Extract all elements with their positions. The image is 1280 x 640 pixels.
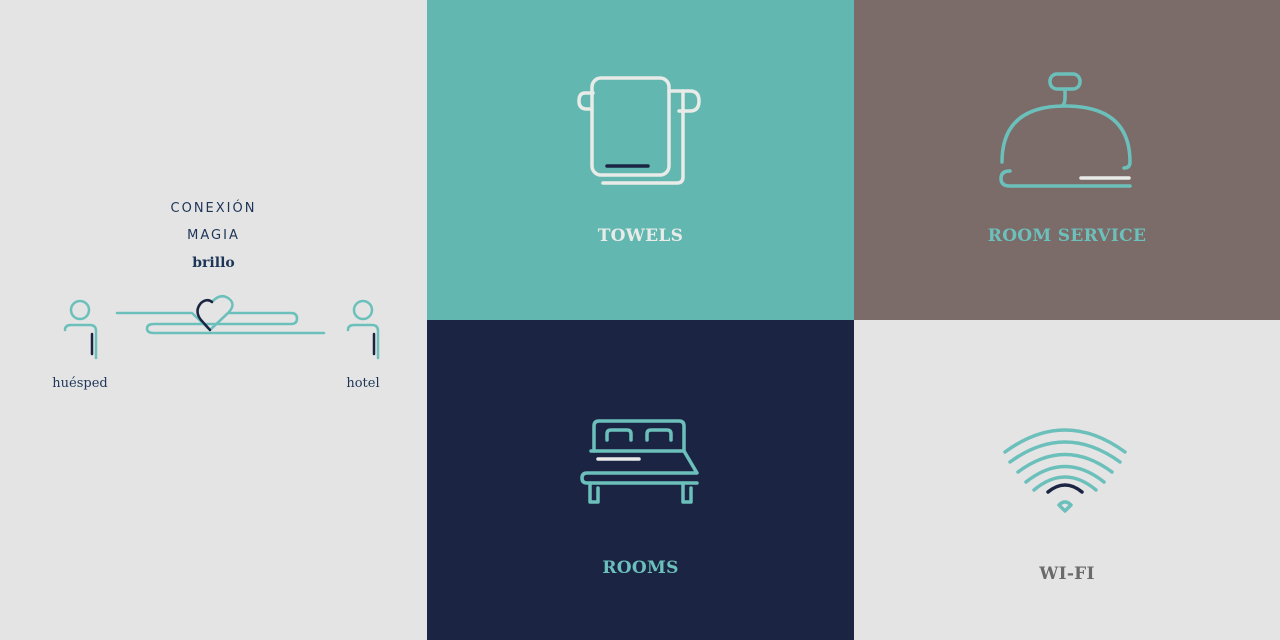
- page: CONEXIÓN MAGIA brillo huésped hotel TOWE…: [0, 0, 1280, 640]
- guest-person-icon: [63, 299, 98, 360]
- hotel-label: hotel: [346, 376, 380, 391]
- hotel-person-icon: [346, 299, 380, 360]
- tile-towels[interactable]: TOWELS: [427, 0, 854, 320]
- wifi-icon: [1003, 428, 1127, 513]
- word-conexion: CONEXIÓN: [170, 201, 257, 216]
- tile-wifi[interactable]: WI-FI: [854, 320, 1280, 640]
- towel-icon: [577, 76, 701, 185]
- connection-panel: CONEXIÓN MAGIA brillo huésped hotel: [0, 0, 427, 640]
- guest-label: huésped: [52, 376, 108, 391]
- service-bell-icon: [999, 72, 1132, 188]
- wifi-label: WI-FI: [1039, 564, 1095, 584]
- heart-line-icon: [115, 294, 326, 335]
- bed-icon: [580, 419, 699, 504]
- word-brillo: brillo: [192, 255, 235, 271]
- tile-room-service[interactable]: ROOM SERVICE: [854, 0, 1280, 320]
- towels-label: TOWELS: [597, 226, 684, 246]
- tile-rooms[interactable]: ROOMS: [427, 320, 854, 640]
- word-magia: MAGIA: [187, 228, 240, 243]
- rooms-label: ROOMS: [602, 558, 679, 578]
- room-service-label: ROOM SERVICE: [987, 226, 1147, 246]
